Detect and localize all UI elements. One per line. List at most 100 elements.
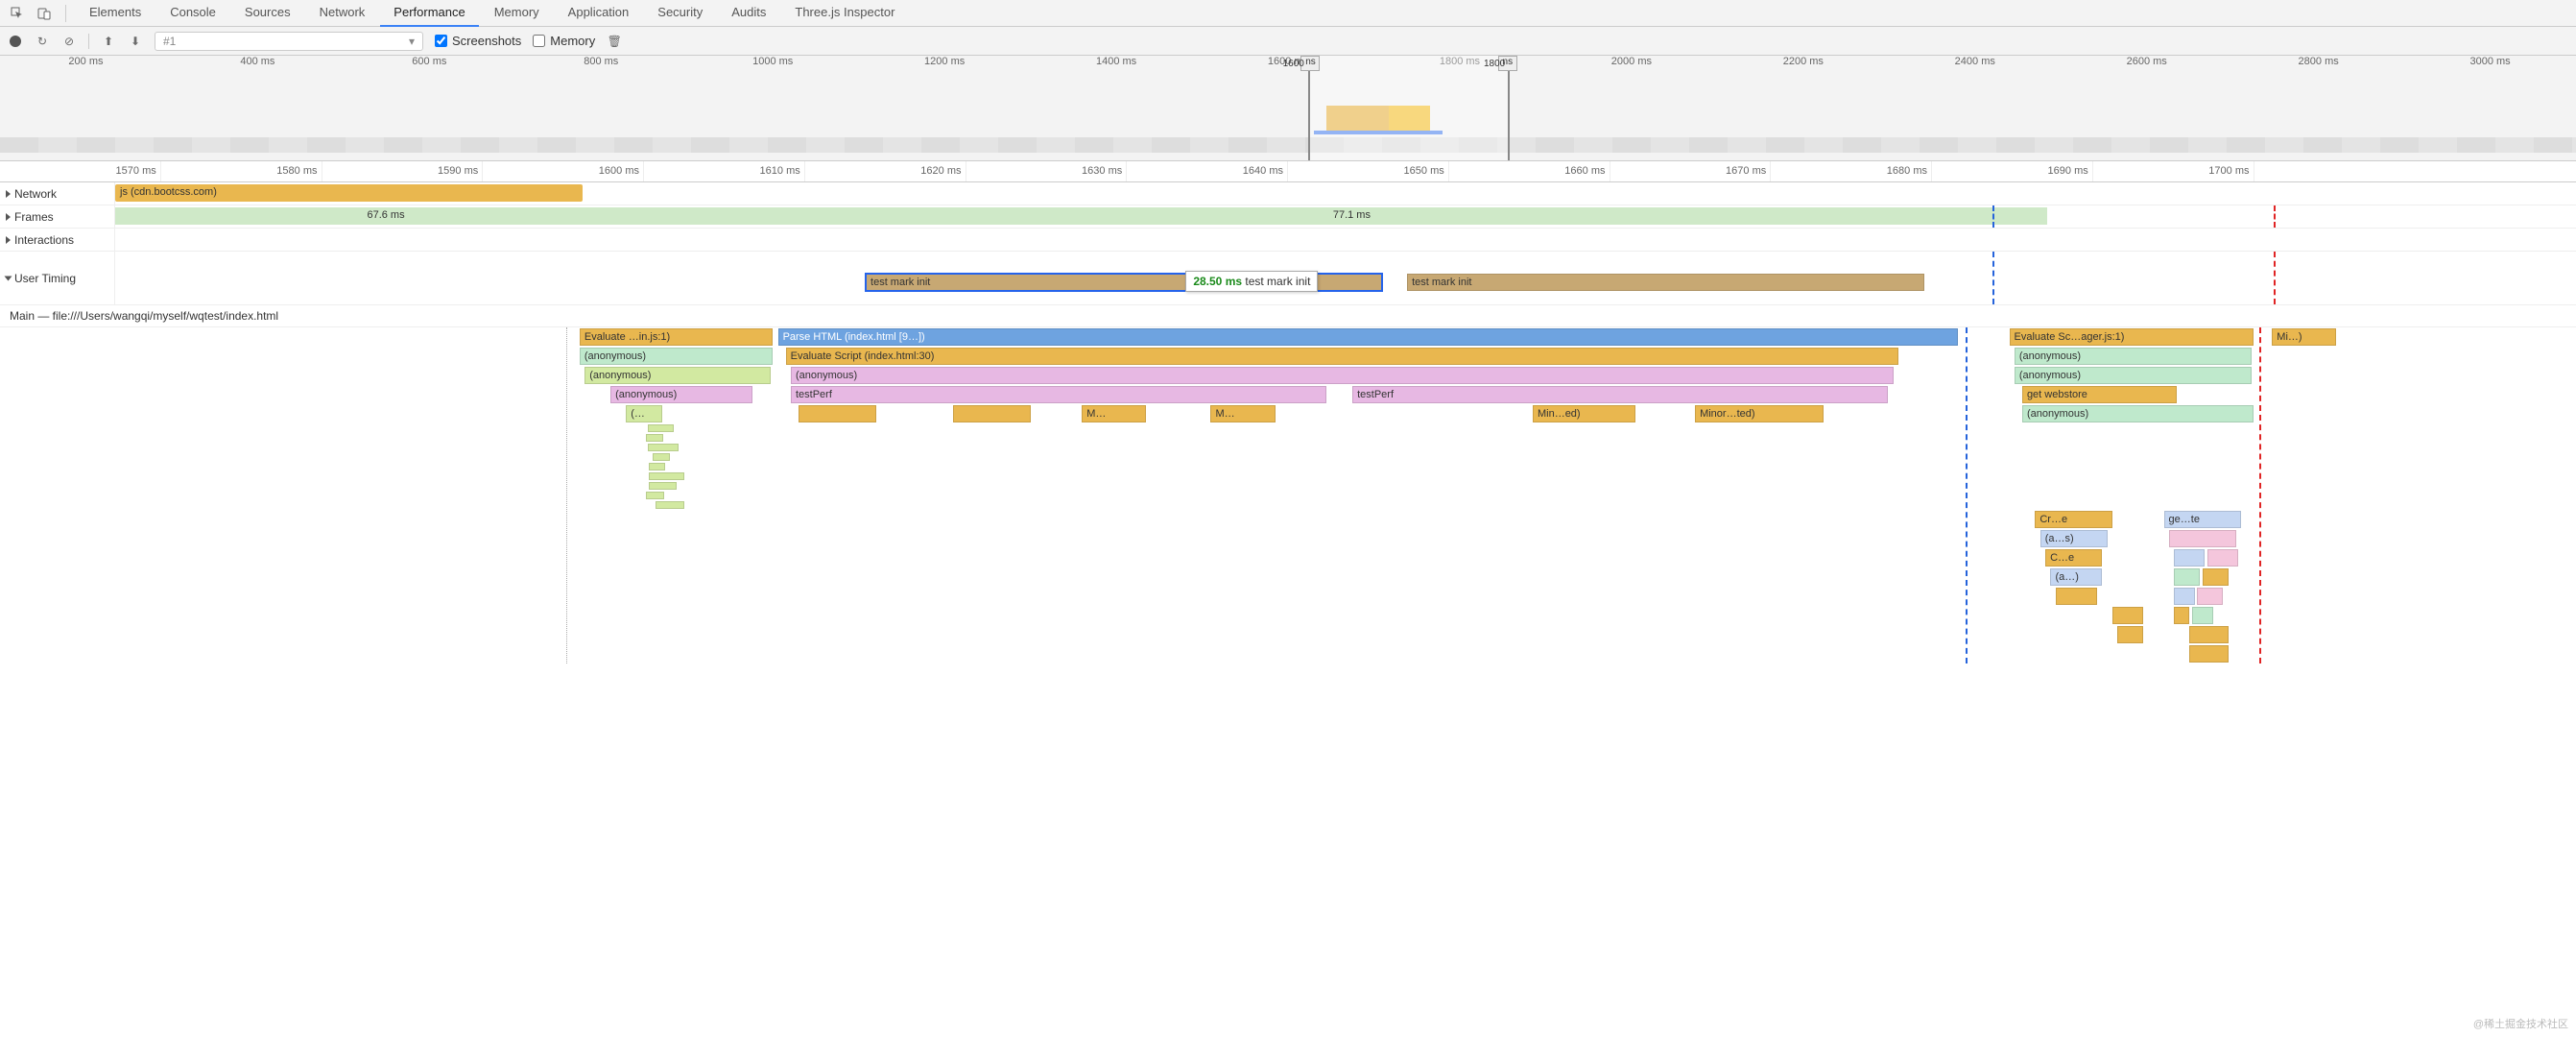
flame-bar[interactable] (2189, 645, 2228, 663)
clear-icon[interactable]: ⊘ (61, 34, 77, 49)
marker-line (2259, 327, 2261, 663)
flame-lane: (a…) (0, 567, 2576, 587)
tab-security[interactable]: Security (644, 0, 716, 27)
flame-bar[interactable]: Evaluate Sc…ager.js:1) (2010, 328, 2254, 346)
flame-bar[interactable] (2117, 626, 2143, 643)
panel-tabs: ElementsConsoleSourcesNetworkPerformance… (76, 0, 908, 27)
flame-bar[interactable]: Evaluate Script (index.html:30) (786, 348, 1898, 365)
flame-bar[interactable]: (… (626, 405, 662, 422)
flame-bar[interactable]: (anonymous) (2015, 348, 2252, 365)
frame-bar[interactable]: 67.6 ms (115, 207, 656, 225)
flame-bar[interactable]: Minor…ted) (1695, 405, 1824, 422)
user-timing-mark[interactable]: test mark init (1407, 274, 1923, 291)
flame-bar[interactable]: M… (1082, 405, 1146, 422)
flame-bar[interactable] (799, 405, 876, 422)
flame-bar[interactable] (649, 472, 684, 480)
flame-bar[interactable]: get webstore (2022, 386, 2177, 403)
flame-bar[interactable] (649, 482, 677, 490)
reload-record-icon[interactable]: ↻ (35, 34, 50, 49)
flame-bar[interactable] (2207, 549, 2238, 567)
overview-window[interactable]: ns ns (1308, 56, 1509, 160)
flame-bar[interactable] (649, 463, 664, 470)
track-label-user-timing[interactable]: User Timing (0, 252, 115, 304)
tab-three-js-inspector[interactable]: Three.js Inspector (781, 0, 908, 27)
profile-select[interactable]: #1 ▾ (155, 32, 423, 51)
flame-bar[interactable]: (anonymous) (584, 367, 770, 384)
flame-bar[interactable]: M… (1210, 405, 1275, 422)
save-profile-icon[interactable]: ⬇ (128, 34, 143, 49)
screenshots-label: Screenshots (452, 34, 521, 48)
flame-bar[interactable]: Evaluate …in.js:1) (580, 328, 773, 346)
flame-bar[interactable]: (anonymous) (610, 386, 752, 403)
flame-bar[interactable]: (anonymous) (2015, 367, 2252, 384)
tab-memory[interactable]: Memory (481, 0, 553, 27)
flame-bar[interactable]: (anonymous) (580, 348, 773, 365)
tab-performance[interactable]: Performance (380, 0, 478, 27)
flame-bar[interactable]: (a…s) (2040, 530, 2108, 547)
overview-screenshots (0, 137, 2576, 153)
flame-bar[interactable] (2174, 568, 2200, 586)
flame-lane (0, 606, 2576, 625)
flame-bar[interactable] (2189, 626, 2228, 643)
flame-bar[interactable] (2169, 530, 2236, 547)
flame-bar[interactable] (656, 501, 684, 509)
expand-icon (5, 276, 12, 280)
flame-bar[interactable]: Cr…e (2035, 511, 2112, 528)
flame-bar[interactable]: testPerf (791, 386, 1326, 403)
overview-timeline[interactable]: 200 ms400 ms600 ms800 ms1000 ms1200 ms14… (0, 56, 2576, 161)
flame-bar[interactable]: ge…te (2164, 511, 2242, 528)
flame-bar[interactable] (653, 453, 670, 461)
inspect-icon[interactable] (6, 2, 29, 25)
flame-bar[interactable] (953, 405, 1031, 422)
flame-bar[interactable] (648, 444, 679, 451)
tab-audits[interactable]: Audits (718, 0, 779, 27)
flame-lane: (… M… M… Min…ed) Minor…ted) (anonymous) (0, 404, 2576, 423)
marker-line (1992, 205, 1994, 228)
flame-bar[interactable]: (a…) (2050, 568, 2102, 586)
track-label-interactions[interactable]: Interactions (0, 229, 115, 251)
flame-bar[interactable] (2174, 549, 2205, 567)
track-body-interactions[interactable] (115, 229, 2576, 251)
record-button[interactable] (8, 34, 23, 49)
track-label-network[interactable]: Network (0, 182, 115, 205)
tab-sources[interactable]: Sources (231, 0, 304, 27)
track-main-header[interactable]: Main — file:///Users/wangqi/myself/wqtes… (0, 305, 2576, 327)
flame-bar[interactable] (2203, 568, 2229, 586)
flame-bar[interactable] (648, 424, 675, 432)
perf-toolbar: ↻ ⊘ ⬆ ⬇ #1 ▾ Screenshots Memory 🗑 (0, 27, 2576, 56)
track-body-frames[interactable]: 67.6 ms77.1 ms (115, 205, 2576, 228)
tab-network[interactable]: Network (306, 0, 379, 27)
flame-bar[interactable] (646, 434, 663, 442)
track-main-flame[interactable]: Evaluate …in.js:1) Parse HTML (index.html… (0, 327, 2576, 663)
flame-bar[interactable] (2197, 588, 2223, 605)
memory-input[interactable] (533, 35, 545, 47)
flame-bar[interactable] (2112, 607, 2143, 624)
flame-bar[interactable]: Parse HTML (index.html [9…]) (778, 328, 1958, 346)
flame-bar[interactable] (2192, 607, 2212, 624)
trash-icon[interactable]: 🗑 (607, 34, 622, 49)
tab-console[interactable]: Console (156, 0, 229, 27)
flame-bar[interactable] (2174, 607, 2189, 624)
screenshots-input[interactable] (435, 35, 447, 47)
flame-bar[interactable]: (anonymous) (2022, 405, 2254, 422)
flame-bar[interactable]: (anonymous) (791, 367, 1894, 384)
track-body-user-timing[interactable]: test mark inittest mark init 28.50 ms te… (115, 252, 2576, 304)
device-toggle-icon[interactable] (33, 2, 56, 25)
flame-bar[interactable]: Min…ed) (1533, 405, 1635, 422)
memory-checkbox[interactable]: Memory (533, 34, 595, 48)
load-profile-icon[interactable]: ⬆ (101, 34, 116, 49)
flame-bar[interactable]: testPerf (1352, 386, 1888, 403)
flame-bar[interactable] (2056, 588, 2097, 605)
frame-bar[interactable]: 77.1 ms (656, 207, 2047, 225)
detail-ruler: 1570 ms1580 ms1590 ms1600 ms1610 ms1620 … (0, 161, 2576, 182)
screenshots-checkbox[interactable]: Screenshots (435, 34, 521, 48)
track-body-network[interactable]: js (cdn.bootcss.com) (115, 182, 2576, 205)
flame-bar[interactable]: Mi…) (2272, 328, 2336, 346)
track-label-frames[interactable]: Frames (0, 205, 115, 228)
flame-bar[interactable] (2174, 588, 2194, 605)
flame-bar[interactable]: C…e (2045, 549, 2102, 567)
tab-elements[interactable]: Elements (76, 0, 155, 27)
flame-bar[interactable] (646, 492, 664, 499)
tab-application[interactable]: Application (555, 0, 643, 27)
network-request[interactable]: js (cdn.bootcss.com) (115, 184, 583, 202)
